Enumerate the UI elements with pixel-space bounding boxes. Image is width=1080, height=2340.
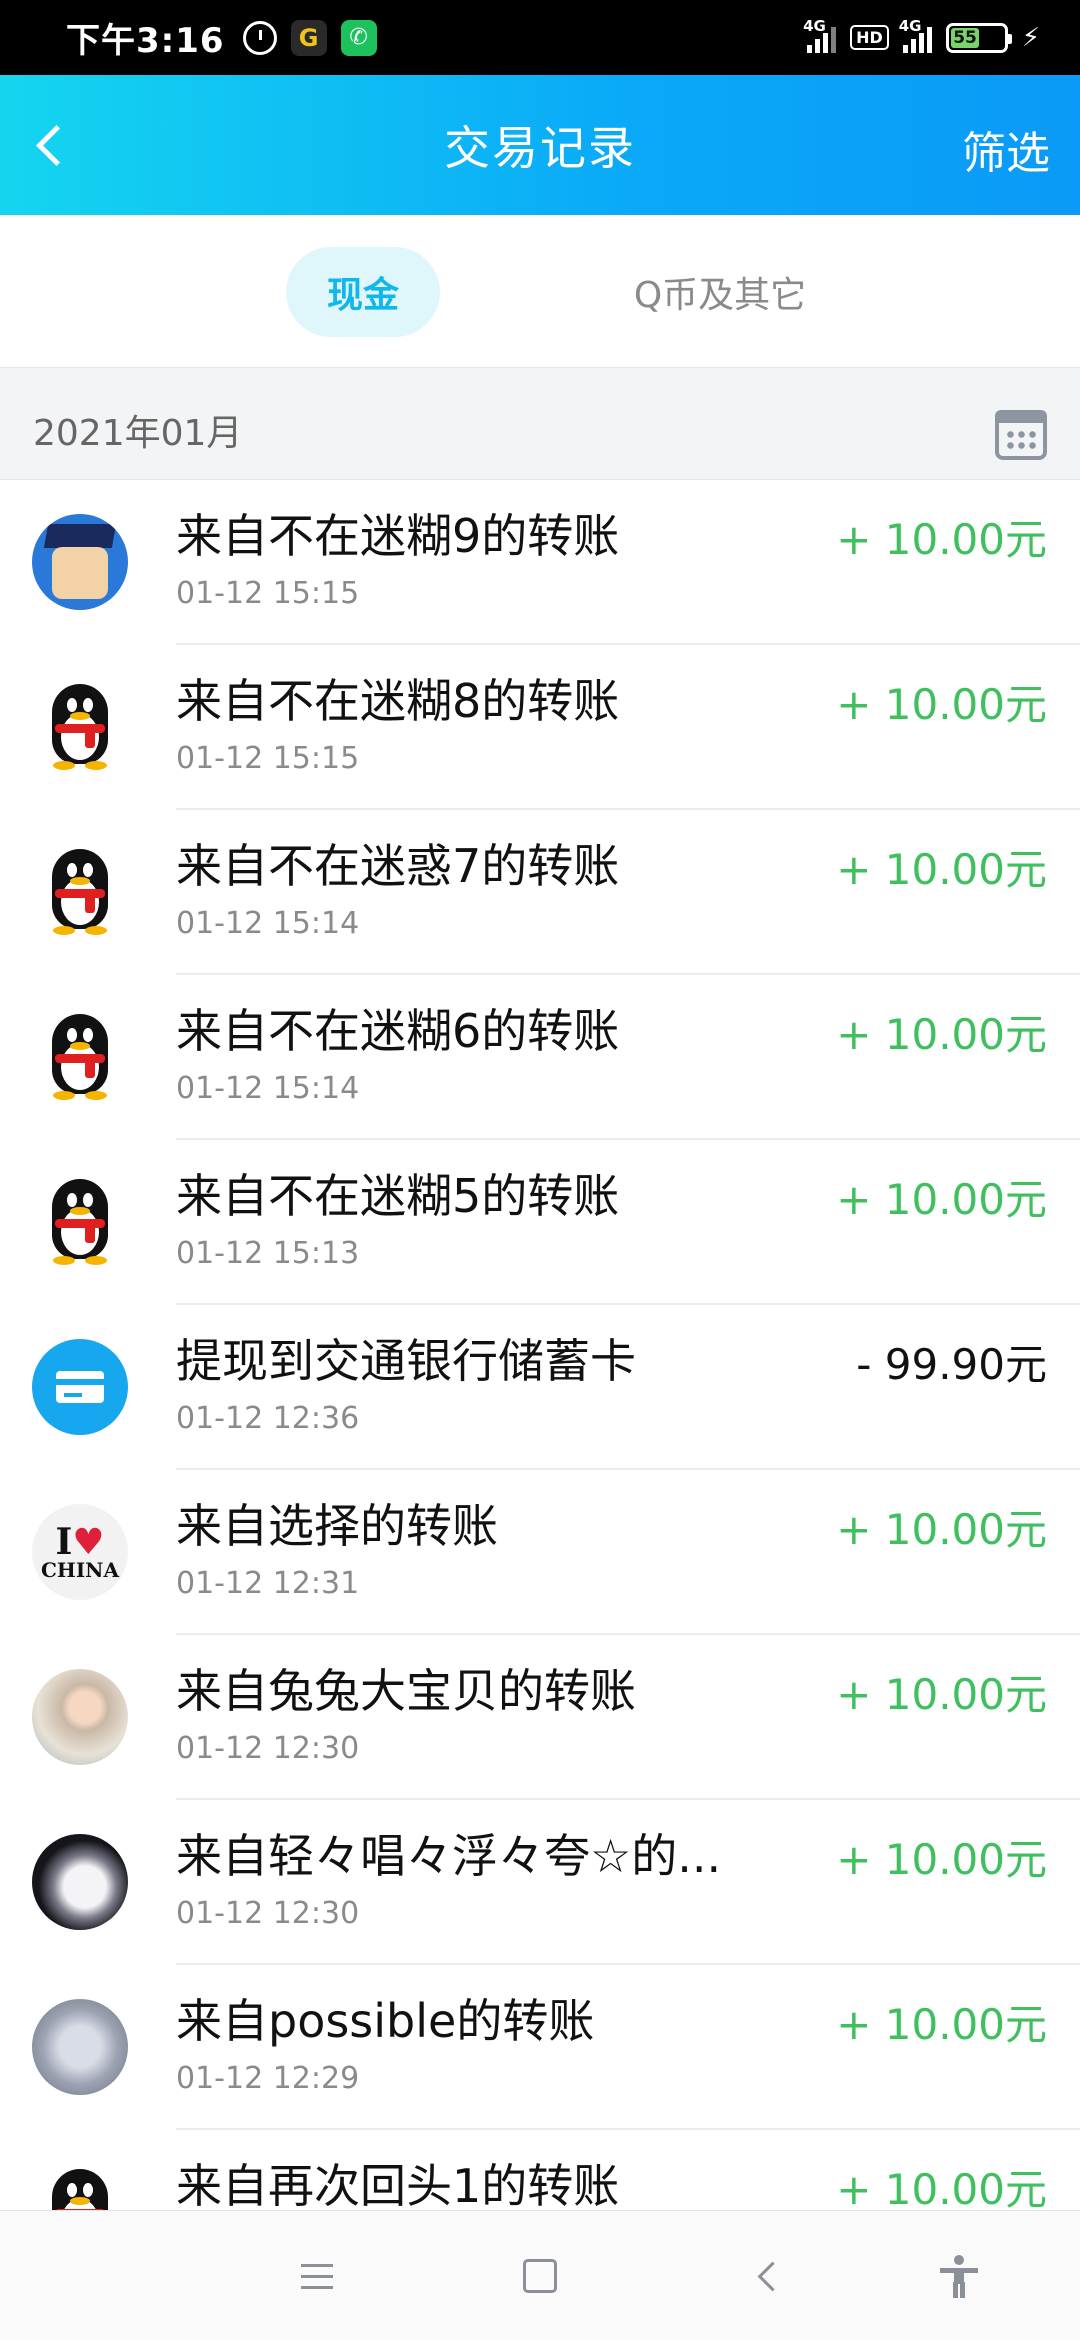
transaction-row[interactable]: 来自不在迷糊5的转账 01-12 15:13 + 10.00元: [0, 1140, 1080, 1305]
transaction-time: 01-12 15:13: [176, 1236, 360, 1271]
transaction-title: 来自possible的转账: [176, 1994, 595, 2048]
avatar-text: CHINA: [41, 1558, 119, 1582]
system-nav-bar: [0, 2210, 1080, 2340]
avatar: [32, 1999, 128, 2095]
app-header: 交易记录 筛选: [0, 75, 1080, 215]
back-icon[interactable]: [743, 2251, 793, 2301]
avatar-text: I: [55, 1521, 73, 1563]
transaction-row[interactable]: 来自不在迷糊9的转账 01-12 15:15 + 10.00元: [0, 480, 1080, 645]
avatar: [32, 1009, 128, 1105]
transaction-title: 来自兔兔大宝贝的转账: [176, 1664, 636, 1718]
month-header: 2021年01月: [0, 367, 1080, 480]
qq-penguin-icon: [45, 1014, 115, 1100]
avatar: [32, 1834, 128, 1930]
transaction-time: 01-12 15:15: [176, 576, 360, 611]
transaction-time: 01-12 12:30: [176, 1731, 360, 1766]
transaction-title: 提现到交通银行储蓄卡: [176, 1334, 636, 1388]
transaction-title: 来自不在迷糊5的转账: [176, 1169, 620, 1223]
accessibility-icon[interactable]: [934, 2251, 984, 2301]
qq-penguin-icon: [45, 1179, 115, 1265]
page-title: 交易记录: [444, 121, 636, 175]
avatar: [32, 679, 128, 775]
qq-penguin-icon: [45, 684, 115, 770]
transaction-row[interactable]: 来自不在迷惑7的转账 01-12 15:14 + 10.00元: [0, 810, 1080, 975]
filter-button[interactable]: 筛选: [962, 117, 1050, 181]
signal-icon: 4G: [803, 17, 837, 53]
month-label: 2021年01月: [33, 413, 243, 454]
transaction-row[interactable]: 提现到交通银行储蓄卡 01-12 12:36 - 99.90元: [0, 1305, 1080, 1470]
transaction-amount: + 10.00元: [836, 845, 1047, 894]
signal-icon: 4G: [899, 17, 932, 53]
battery-icon: 55: [945, 22, 1012, 53]
tab-cash[interactable]: 现金: [286, 247, 440, 337]
tab-bar: 现金 Q币及其它: [0, 215, 1080, 367]
charging-icon: ⚡: [1021, 22, 1040, 53]
back-button[interactable]: [20, 115, 80, 175]
tab-qcoin-other[interactable]: Q币及其它: [600, 247, 840, 337]
transaction-amount: - 99.90元: [856, 1340, 1047, 1389]
avatar: [32, 1339, 128, 1435]
transaction-title: 来自不在迷惑7的转账: [176, 839, 620, 893]
avatar: [32, 514, 128, 610]
qq-penguin-icon: [45, 849, 115, 935]
transaction-amount: + 10.00元: [836, 1670, 1047, 1719]
heart-icon: ♥: [72, 1521, 105, 1563]
avatar: [32, 1669, 128, 1765]
transaction-amount: + 10.00元: [836, 1505, 1047, 1554]
transaction-title: 来自不在迷糊9的转账: [176, 509, 620, 563]
transaction-amount: + 10.00元: [836, 680, 1047, 729]
network-label: 4G: [803, 16, 826, 35]
transaction-time: 01-12 12:36: [176, 1401, 360, 1436]
transaction-title: 来自不在迷糊8的转账: [176, 674, 620, 728]
transaction-amount: + 10.00元: [836, 1175, 1047, 1224]
avatar: [32, 1174, 128, 1270]
transaction-amount: + 10.00元: [836, 1010, 1047, 1059]
transaction-row[interactable]: 来自兔兔大宝贝的转账 01-12 12:30 + 10.00元: [0, 1635, 1080, 1800]
transaction-time: 01-12 15:14: [176, 1071, 360, 1106]
menu-icon[interactable]: [292, 2251, 342, 2301]
avatar: [32, 844, 128, 940]
transaction-title: 来自不在迷糊6的转账: [176, 1004, 620, 1058]
transaction-title: 来自轻々唱々浮々夸☆的...: [176, 1829, 722, 1883]
bank-card-icon: [56, 1371, 104, 1403]
transaction-amount: + 10.00元: [836, 1835, 1047, 1884]
transaction-amount: + 10.00元: [836, 2000, 1047, 2049]
transaction-time: 01-12 15:14: [176, 906, 360, 941]
transaction-time: 01-12 12:29: [176, 2061, 360, 2096]
transaction-row[interactable]: 来自轻々唱々浮々夸☆的... 01-12 12:30 + 10.00元: [0, 1800, 1080, 1965]
alarm-icon: [242, 20, 277, 55]
transaction-title: 来自再次回头1的转账: [176, 2159, 620, 2213]
app-icon: G: [290, 19, 327, 56]
transaction-row[interactable]: 来自不在迷糊6的转账 01-12 15:14 + 10.00元: [0, 975, 1080, 1140]
transaction-title: 来自选择的转账: [176, 1499, 498, 1553]
status-bar: 下午3:16 G ✆ 4G HD 4G 55 ⚡: [0, 0, 1080, 75]
transaction-amount: + 10.00元: [836, 515, 1047, 564]
calendar-icon[interactable]: [995, 410, 1047, 460]
transaction-row[interactable]: I♥ CHINA 来自选择的转账 01-12 12:31 + 10.00元: [0, 1470, 1080, 1635]
transaction-amount: + 10.00元: [836, 2165, 1047, 2214]
hd-icon: HD: [850, 25, 889, 50]
transaction-time: 01-12 12:31: [176, 1566, 360, 1601]
home-icon[interactable]: [515, 2251, 565, 2301]
transaction-time: 01-12 15:15: [176, 741, 360, 776]
transaction-row[interactable]: 来自possible的转账 01-12 12:29 + 10.00元: [0, 1965, 1080, 2130]
phone-icon: ✆: [340, 19, 377, 56]
transaction-row[interactable]: 来自不在迷糊8的转账 01-12 15:15 + 10.00元: [0, 645, 1080, 810]
transaction-list: 来自不在迷糊9的转账 01-12 15:15 + 10.00元 来自不在迷糊8的…: [0, 480, 1080, 2295]
avatar: I♥ CHINA: [32, 1504, 128, 1600]
battery-level: 55: [950, 27, 980, 48]
status-time: 下午3:16: [66, 21, 225, 61]
transaction-time: 01-12 12:30: [176, 1896, 360, 1931]
network-label: 4G: [898, 16, 922, 35]
